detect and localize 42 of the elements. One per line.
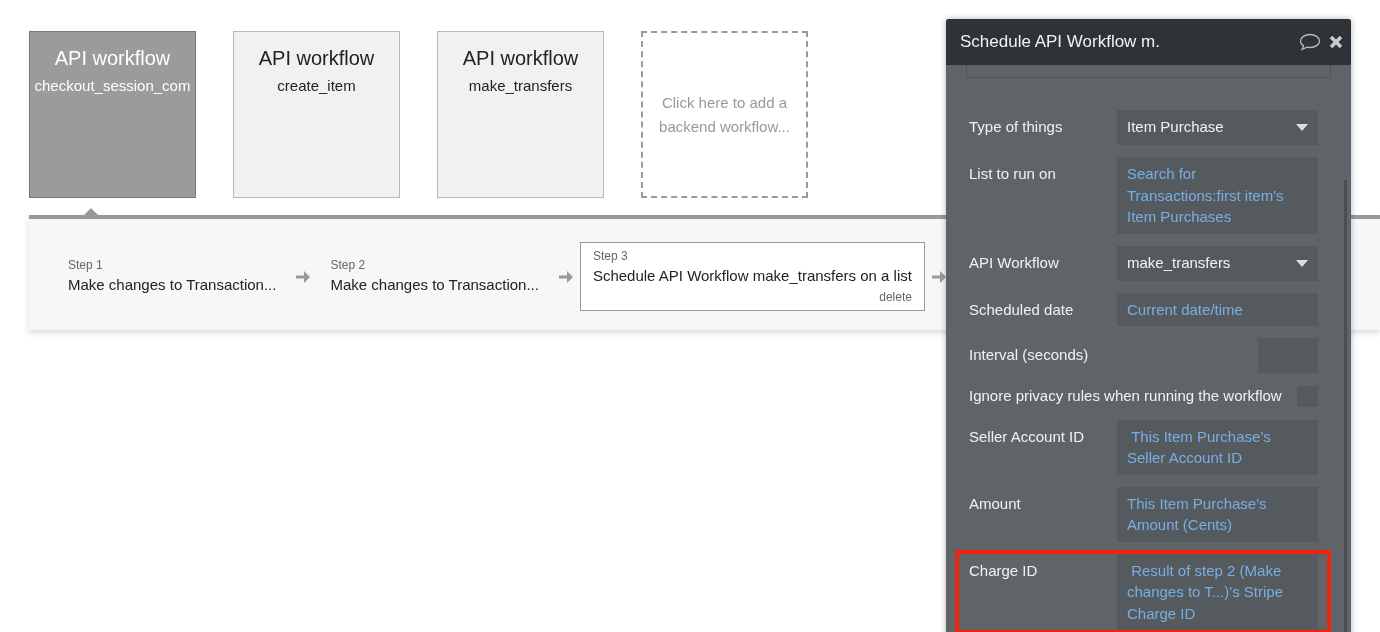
- panel-title: Schedule API Workflow m.: [960, 31, 1160, 54]
- step-label: Step 2: [330, 257, 367, 275]
- step-text: Make changes to Transaction...: [330, 275, 539, 296]
- field-label: Interval (seconds): [969, 345, 1089, 365]
- expression-field[interactable]: This Item Purchase's Amount (Cents): [1117, 486, 1318, 542]
- step-text: Schedule API Workflow make_transfers on a list: [592, 266, 912, 287]
- field-label: Ignore privacy rules when running the workflow: [969, 386, 1282, 406]
- caret-down-icon: [1296, 124, 1308, 131]
- workflow-card[interactable]: API workflow make_transfers: [437, 31, 604, 198]
- add-workflow-text: Click here to add a backend workflow...: [658, 92, 791, 137]
- expression-field[interactable]: Search for Transactions:first item's Item Purchases: [1117, 157, 1318, 234]
- step-label: Step 1: [68, 257, 104, 275]
- step-label: Step 3: [592, 248, 629, 266]
- workflow-title: API workflow: [462, 46, 579, 71]
- dropdown[interactable]: make_transfers: [1117, 245, 1318, 281]
- workflow-name: make_transfers: [468, 76, 573, 96]
- comment-icon[interactable]: [1299, 33, 1321, 51]
- arrow-right-icon: [930, 268, 947, 285]
- workflow-card[interactable]: API workflow create_item: [233, 31, 400, 198]
- field-label: Scheduled date: [969, 299, 1074, 320]
- workflow-title: API workflow: [54, 46, 171, 71]
- expression-field[interactable]: Result of step 2 (Make changes to T...)'s Stripe Charge ID: [1117, 553, 1318, 630]
- field-label: API Workflow: [969, 252, 1059, 273]
- step-card[interactable]: Step 2 Make changes to Transaction...: [317, 251, 552, 302]
- caret-down-icon: [1296, 259, 1308, 267]
- workflow-name: create_item: [277, 76, 356, 96]
- field-label: Charge ID: [969, 560, 1038, 581]
- expression-field[interactable]: This Item Purchase's Seller Account ID: [1117, 419, 1318, 475]
- arrow-right-icon: [295, 268, 312, 285]
- field-label: Type of things: [969, 117, 1063, 137]
- dropdown[interactable]: Item Purchase: [1117, 110, 1318, 145]
- field-label: Amount: [969, 493, 1021, 514]
- field-label: Seller Account ID: [969, 426, 1085, 447]
- close-icon[interactable]: [1329, 35, 1343, 49]
- workflow-name: checkout_session_com: [34, 76, 191, 96]
- step-card[interactable]: Step 1 Make changes to Transaction...: [55, 251, 290, 302]
- step-card[interactable]: Step 3 Schedule API Workflow make_transfers on a list delete: [579, 242, 925, 311]
- field-label: List to run on: [969, 164, 1056, 184]
- workflow-title: API workflow: [258, 46, 375, 71]
- step-text: Make changes to Transaction...: [68, 275, 277, 296]
- arrow-right-icon: [557, 268, 574, 285]
- delete-link[interactable]: delete: [879, 287, 912, 306]
